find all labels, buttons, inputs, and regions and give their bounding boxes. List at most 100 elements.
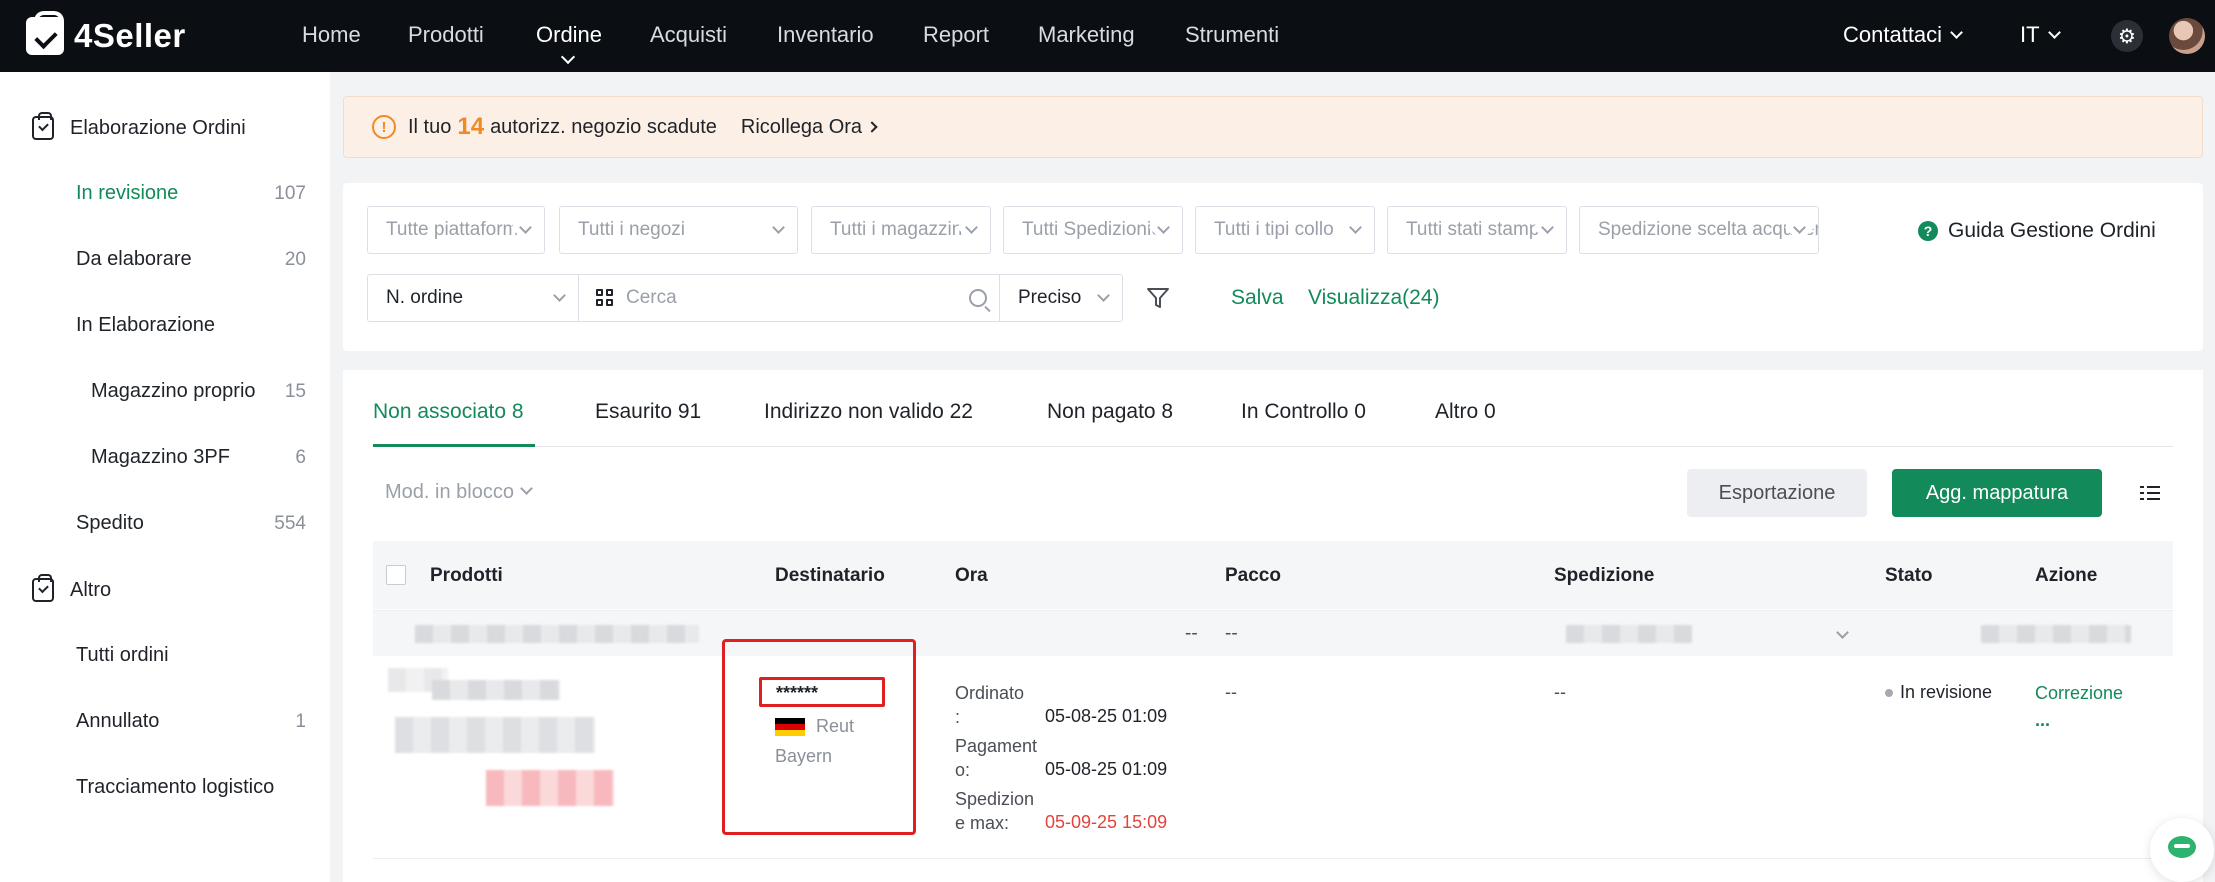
warehouse-value: Tutti i magazzini (830, 219, 967, 240)
nav-home[interactable]: Home (302, 22, 361, 48)
expired-auth-banner: ! Il tuo 14 autorizz. negozio scadute Ri… (343, 96, 2203, 158)
sidebar-group-altro[interactable]: Altro (32, 574, 112, 602)
chat-support-icon[interactable] (2150, 818, 2214, 882)
carrier-select[interactable]: Tutti Spedizionieri (1003, 206, 1183, 254)
sidebar-item-tracciamento-logistico[interactable]: Tracciamento logistico (76, 776, 274, 799)
column-settings-icon[interactable] (2140, 484, 2160, 502)
platform-select[interactable]: Tutte piattaforme (367, 206, 545, 254)
save-filter-link[interactable]: Salva (1231, 286, 1284, 310)
top-navbar: 4Seller Home Prodotti Ordine Acquisti In… (0, 0, 2215, 72)
sidebar-count: 107 (274, 183, 306, 204)
banner-suffix: autorizz. negozio scadute (490, 115, 717, 138)
sidebar-count: 15 (284, 381, 306, 402)
nav-strumenti[interactable]: Strumenti (1185, 22, 1279, 48)
nav-ordine[interactable]: Ordine (536, 22, 602, 48)
sidebar-group-label: Elaborazione Ordini (70, 116, 246, 139)
sidebar-item-magazzino-proprio[interactable]: Magazzino proprio (91, 380, 256, 403)
more-actions-icon[interactable]: ... (2035, 710, 2050, 731)
add-mapping-button[interactable]: Agg. mappatura (1892, 469, 2102, 517)
contact-label: Contattaci (1843, 22, 1943, 47)
shipping-value: -- (1554, 682, 1566, 702)
print-status-value: Tutti stati stampa (1406, 219, 1550, 240)
shop-value: Tutti i negozi (578, 219, 686, 240)
nav-acquisti[interactable]: Acquisti (650, 22, 727, 48)
search-input[interactable]: Cerca (578, 274, 1004, 322)
filter-panel: Tutte piattaforme Tutti i negozi Tutti i… (343, 183, 2203, 351)
package-type-select[interactable]: Tutti i tipi collo (1195, 206, 1375, 254)
bulk-edit-dropdown[interactable]: Mod. in blocco (385, 481, 533, 504)
sidebar-group-order-processing[interactable]: Elaborazione Ordini (32, 112, 246, 140)
chevron-down-icon (1950, 26, 1963, 39)
status-badge: In revisione (1900, 682, 1993, 702)
chevron-down-icon (2047, 26, 2061, 39)
blurred-product-thumbnail (395, 717, 595, 753)
group-time-dash: -- (1185, 623, 1198, 644)
sidebar-item-tutti-ordini[interactable]: Tutti ordini (76, 644, 169, 667)
chevron-down-icon (772, 221, 785, 234)
carrier-value: Tutti Spedizionieri (1022, 219, 1173, 240)
chevron-down-icon (560, 49, 576, 65)
scan-grid-icon[interactable] (596, 289, 614, 307)
nav-prodotti[interactable]: Prodotti (408, 22, 484, 48)
blurred-store-name (1981, 625, 2131, 643)
avatar[interactable] (2169, 18, 2205, 54)
warehouse-select[interactable]: Tutti i magazzini (811, 206, 991, 254)
ordered-label: Ordinato (955, 683, 1025, 703)
tab-in-controllo[interactable]: In Controllo 0 (1241, 400, 1366, 424)
tab-altro[interactable]: Altro 0 (1435, 400, 1496, 424)
chevron-down-icon (553, 289, 566, 302)
saved-views-link[interactable]: Visualizza(24) (1308, 286, 1440, 310)
sidebar-count: 1 (295, 711, 306, 732)
sidebar-group-label: Altro (70, 578, 112, 601)
tab-esaurito[interactable]: Esaurito 91 (595, 400, 701, 424)
blurred-product-title (432, 680, 560, 700)
app-logo[interactable]: 4Seller (26, 11, 186, 57)
table-header: Prodotti Destinatario Ora Pacco Spedizio… (373, 541, 2173, 609)
chevron-down-icon (520, 482, 533, 495)
tab-non-associato[interactable]: Non associato 8 (373, 400, 524, 424)
paid-label-line1: Pagament (955, 736, 1038, 756)
chevron-right-icon (866, 120, 878, 133)
sidebar-item-in-elaborazione[interactable]: In Elaborazione (76, 314, 215, 337)
search-field-select[interactable]: N. ordine (367, 274, 579, 322)
search-icon[interactable] (969, 289, 987, 307)
contact-menu[interactable]: Contattaci (1843, 22, 1963, 48)
settings-gear-icon[interactable]: ⚙ (2111, 20, 2143, 52)
ship-deadline-label-line1: Spedizion (955, 789, 1035, 809)
sidebar-item-magazzino-3pf[interactable]: Magazzino 3PF (91, 446, 230, 469)
nav-marketing[interactable]: Marketing (1038, 22, 1135, 48)
clipboard-check-icon (32, 112, 54, 140)
status-dot-icon (1885, 689, 1893, 697)
tab-non-pagato[interactable]: Non pagato 8 (1047, 400, 1173, 424)
language-menu[interactable]: IT (2020, 22, 2061, 48)
shop-select[interactable]: Tutti i negozi (559, 206, 798, 254)
order-guide-link[interactable]: ? Guida Gestione Ordini (1918, 219, 2156, 243)
print-status-select[interactable]: Tutti stati stampa (1387, 206, 1567, 254)
sidebar-count: 554 (274, 513, 306, 534)
group-package-dash: -- (1225, 623, 1238, 644)
filter-icon[interactable] (1146, 286, 1169, 308)
export-button[interactable]: Esportazione (1687, 469, 1867, 517)
nav-inventario[interactable]: Inventario (777, 22, 874, 48)
package-value: -- (1225, 682, 1237, 702)
ship-deadline-time: 05-09-25 15:09 (1045, 812, 1168, 832)
correct-order-link[interactable]: Correzione (2035, 683, 2123, 704)
blurred-sku-tag (486, 770, 614, 806)
sidebar-item-annullato[interactable]: Annullato (76, 710, 159, 733)
sidebar-item-in-revisione[interactable]: In revisione (76, 182, 178, 205)
sidebar-item-da-elaborare[interactable]: Da elaborare (76, 248, 192, 271)
logo-bag-icon (26, 11, 64, 55)
tab-divider (373, 446, 2173, 447)
blurred-shipping-select[interactable] (1566, 625, 1692, 643)
select-all-checkbox[interactable] (386, 565, 406, 585)
guide-label: Guida Gestione Ordini (1948, 219, 2156, 242)
nav-report[interactable]: Report (923, 22, 989, 48)
banner-count: 14 (457, 113, 485, 140)
app-name: 4Seller (74, 17, 186, 54)
tab-indirizzo-non-valido[interactable]: Indirizzo non valido 22 (764, 400, 973, 424)
reconnect-link[interactable]: Ricollega Ora (741, 116, 878, 139)
match-mode-select[interactable]: Preciso (999, 274, 1123, 322)
sidebar: Elaborazione Ordini In revisione 107 Da … (0, 72, 330, 882)
shipping-choice-select[interactable]: Spedizione scelta acquirente (1579, 206, 1819, 254)
sidebar-item-spedito[interactable]: Spedito (76, 512, 144, 535)
